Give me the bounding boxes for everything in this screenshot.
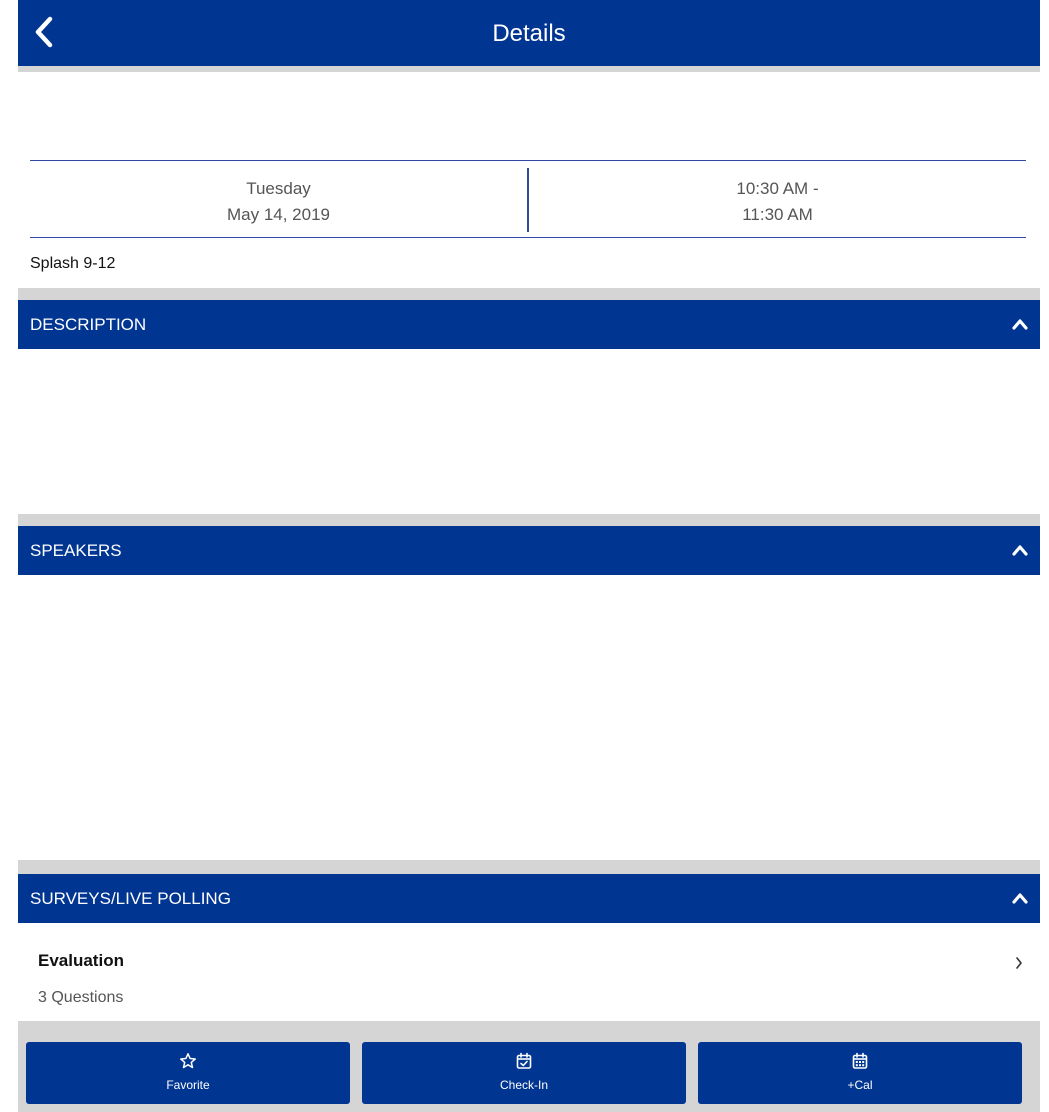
calendar-check-icon xyxy=(516,1052,532,1069)
survey-question-count: 3 Questions xyxy=(38,989,124,1006)
star-outline-icon xyxy=(180,1053,196,1069)
bottom-action-bar: Favorite Check-In +Cal xyxy=(18,1030,1040,1112)
session-time-end: 11:30 AM xyxy=(742,205,813,224)
add-to-calendar-button[interactable]: +Cal xyxy=(698,1042,1022,1104)
session-date-text: May 14, 2019 xyxy=(226,205,330,224)
chevron-up-icon xyxy=(1012,545,1028,556)
chevron-up-icon xyxy=(1012,319,1028,330)
session-info-card: Tuesday May 14, 2019 10:30 AM - 11:30 AM… xyxy=(18,72,1040,288)
add-to-calendar-label: +Cal xyxy=(847,1078,873,1092)
chevron-right-icon xyxy=(1016,957,1022,969)
description-section-header[interactable]: DESCRIPTION xyxy=(18,300,1040,349)
calendar-icon xyxy=(852,1052,868,1069)
description-title: DESCRIPTION xyxy=(30,315,147,334)
check-in-label: Check-In xyxy=(499,1078,549,1092)
divider-top xyxy=(30,160,1026,161)
surveys-section-header[interactable]: SURVEYS/LIVE POLLING xyxy=(18,874,1040,923)
speakers-body xyxy=(18,575,1040,860)
check-in-button[interactable]: Check-In xyxy=(362,1042,686,1104)
surveys-title: SURVEYS/LIVE POLLING xyxy=(30,889,231,908)
session-day: Tuesday xyxy=(246,179,311,198)
app-frame: Details Tuesday May 14, 2019 10:30 AM - … xyxy=(18,0,1040,1112)
session-date: Tuesday May 14, 2019 xyxy=(30,176,527,228)
survey-title: Evaluation xyxy=(38,951,124,970)
speakers-section-header[interactable]: SPEAKERS xyxy=(18,526,1040,575)
session-time: 10:30 AM - 11:30 AM xyxy=(529,176,1026,228)
chevron-up-icon xyxy=(1012,893,1028,904)
favorite-label: Favorite xyxy=(166,1078,210,1092)
favorite-button[interactable]: Favorite xyxy=(26,1042,350,1104)
top-bar: Details xyxy=(18,0,1040,66)
survey-list-item[interactable]: Evaluation 3 Questions xyxy=(18,923,1040,1021)
divider-bottom xyxy=(30,237,1026,238)
session-time-start: 10:30 AM - xyxy=(736,179,819,198)
page-title: Details xyxy=(492,20,566,47)
speakers-title: SPEAKERS xyxy=(30,541,122,560)
description-body xyxy=(18,349,1040,514)
session-location: Splash 9-12 xyxy=(30,255,116,272)
